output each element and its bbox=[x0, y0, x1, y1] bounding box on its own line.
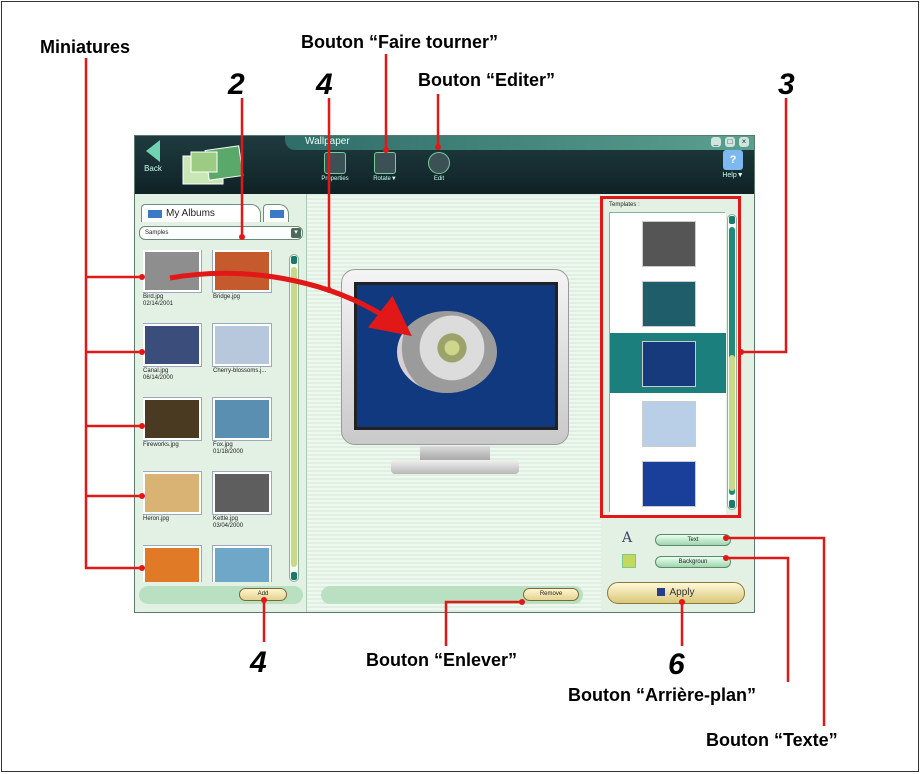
thumbnail-item[interactable] bbox=[143, 546, 205, 582]
annotation-number-2: 2 bbox=[228, 68, 245, 101]
scroll-down-icon[interactable] bbox=[291, 572, 297, 580]
figure-frame: Miniatures Bouton “Faire tourner” Bouton… bbox=[1, 1, 919, 772]
apply-button[interactable]: Apply bbox=[607, 582, 745, 604]
center-bottom-bar: Remove bbox=[321, 586, 583, 604]
back-label: Back bbox=[144, 164, 162, 173]
thumbnail-item[interactable]: Fox.jpg 01/18/2000 bbox=[213, 398, 275, 456]
properties-label: Properties bbox=[321, 176, 349, 182]
chevron-down-icon[interactable]: ▾ bbox=[291, 228, 301, 238]
font-icon: A bbox=[622, 530, 633, 546]
album-logo-icon bbox=[182, 145, 244, 185]
properties-icon bbox=[324, 152, 346, 174]
album-select-value: Samples bbox=[145, 230, 169, 236]
thumbnail-image[interactable] bbox=[143, 398, 201, 440]
text-button[interactable]: Text bbox=[655, 534, 731, 546]
thumbnail-grid: Bird.jpg 02/14/2001 Bridge.jpg Canal.jpg 0… bbox=[143, 250, 283, 582]
monitor-preview bbox=[341, 269, 569, 445]
thumbnail-item[interactable] bbox=[213, 546, 275, 582]
annotation-text-button: Bouton “Texte” bbox=[706, 730, 838, 750]
albums-panel: My Albums Samples ▾ Bird.jpg 02/14/2001 B… bbox=[135, 194, 307, 612]
thumbnail-image[interactable] bbox=[143, 546, 201, 582]
help-icon: ? bbox=[723, 150, 743, 170]
annotation-rotate-button: Bouton “Faire tourner” bbox=[301, 32, 498, 52]
properties-button[interactable]: Properties bbox=[315, 152, 355, 182]
thumbnail-image[interactable] bbox=[143, 250, 201, 292]
annotation-number-3: 3 bbox=[778, 68, 795, 101]
apply-label: Apply bbox=[669, 587, 695, 598]
annotation-miniatures: Miniatures bbox=[40, 37, 131, 57]
scroll-up-icon[interactable] bbox=[291, 256, 297, 264]
thumbnail-scrollbar[interactable] bbox=[289, 254, 299, 582]
help-button[interactable]: ? Help▼ bbox=[720, 150, 746, 179]
rotate-button[interactable]: Rotate▼ bbox=[365, 152, 405, 182]
annotation-edit-button: Bouton “Editer” bbox=[418, 70, 555, 90]
preview-area: Remove bbox=[307, 194, 601, 612]
thumbnail-caption: Fireworks.jpg bbox=[143, 442, 179, 448]
thumbnail-caption: Kettle.jpg 03/04/2000 bbox=[213, 516, 244, 529]
preview-screen bbox=[354, 282, 558, 430]
thumbnail-image[interactable] bbox=[213, 324, 271, 366]
left-bottom-bar: Add bbox=[139, 586, 303, 604]
annotation-remove-button: Bouton “Enlever” bbox=[366, 650, 518, 670]
thumbnail-item[interactable]: Heron.jpg bbox=[143, 472, 205, 523]
background-button[interactable]: Backgroun bbox=[655, 556, 731, 568]
thumbnail-caption: Canal.jpg 06/14/2000 bbox=[143, 368, 174, 381]
tab-my-albums-label: My Albums bbox=[166, 208, 215, 219]
annotation-background-button: Bouton “Arrière-plan” bbox=[568, 685, 757, 705]
wallpaper-image bbox=[397, 311, 497, 393]
thumbnail-image[interactable] bbox=[143, 472, 201, 514]
thumbnail-item[interactable]: Cherry-blossoms.j... bbox=[213, 324, 275, 375]
annotation-number-4-top: 4 bbox=[316, 68, 333, 101]
back-arrow-icon bbox=[146, 140, 160, 162]
back-button[interactable]: Back bbox=[139, 140, 167, 173]
window-title: Wallpaper bbox=[305, 136, 350, 147]
album-select[interactable]: Samples ▾ bbox=[139, 226, 303, 240]
computer-icon bbox=[269, 209, 285, 219]
help-label: Help▼ bbox=[722, 172, 744, 179]
thumbnail-image[interactable] bbox=[213, 472, 271, 514]
rotate-icon bbox=[374, 152, 396, 174]
annotation-number-4-bottom: 4 bbox=[250, 646, 267, 679]
thumbnail-image[interactable] bbox=[213, 250, 271, 292]
close-button[interactable]: × bbox=[739, 137, 749, 147]
maximize-button[interactable]: □ bbox=[725, 137, 735, 147]
background-icon bbox=[622, 554, 636, 568]
remove-button[interactable]: Remove bbox=[523, 588, 579, 601]
thumbnail-caption: Bird.jpg 02/14/2001 bbox=[143, 294, 174, 307]
rotate-label: Rotate▼ bbox=[373, 176, 397, 182]
thumbnail-caption: Fox.jpg 01/18/2000 bbox=[213, 442, 244, 455]
thumbnail-caption: Heron.jpg bbox=[143, 516, 170, 522]
toolbar: Back Wallpaper _ □ × Properties Rotate▼ … bbox=[135, 136, 754, 194]
minimize-button[interactable]: _ bbox=[711, 137, 721, 147]
thumbnail-image[interactable] bbox=[143, 324, 201, 366]
title-bar: Wallpaper _ □ × bbox=[285, 136, 754, 150]
thumbnail-caption: Bridge.jpg bbox=[213, 294, 241, 300]
templates-highlight-box bbox=[600, 196, 741, 518]
thumbnail-item[interactable]: Bird.jpg 02/14/2001 bbox=[143, 250, 205, 308]
scroll-thumb[interactable] bbox=[291, 267, 297, 567]
thumbnail-item[interactable]: Bridge.jpg bbox=[213, 250, 275, 301]
thumbnail-caption: Cherry-blossoms.j... bbox=[213, 368, 267, 374]
window-controls: _ □ × bbox=[711, 137, 749, 147]
edit-label: Edit bbox=[433, 176, 445, 182]
album-icon bbox=[147, 209, 163, 219]
thumbnail-item[interactable]: Canal.jpg 06/14/2000 bbox=[143, 324, 205, 382]
tab-other[interactable] bbox=[263, 204, 289, 222]
edit-icon bbox=[428, 152, 450, 174]
thumbnail-image[interactable] bbox=[213, 398, 271, 440]
thumbnail-image[interactable] bbox=[213, 546, 271, 582]
tab-my-albums[interactable]: My Albums bbox=[141, 204, 261, 222]
thumbnail-item[interactable]: Fireworks.jpg bbox=[143, 398, 205, 449]
monitor-stand bbox=[391, 446, 519, 474]
annotation-number-6: 6 bbox=[668, 648, 685, 681]
save-icon bbox=[657, 588, 666, 597]
add-button[interactable]: Add bbox=[239, 588, 287, 601]
thumbnail-item[interactable]: Kettle.jpg 03/04/2000 bbox=[213, 472, 275, 530]
edit-button[interactable]: Edit bbox=[419, 152, 459, 182]
